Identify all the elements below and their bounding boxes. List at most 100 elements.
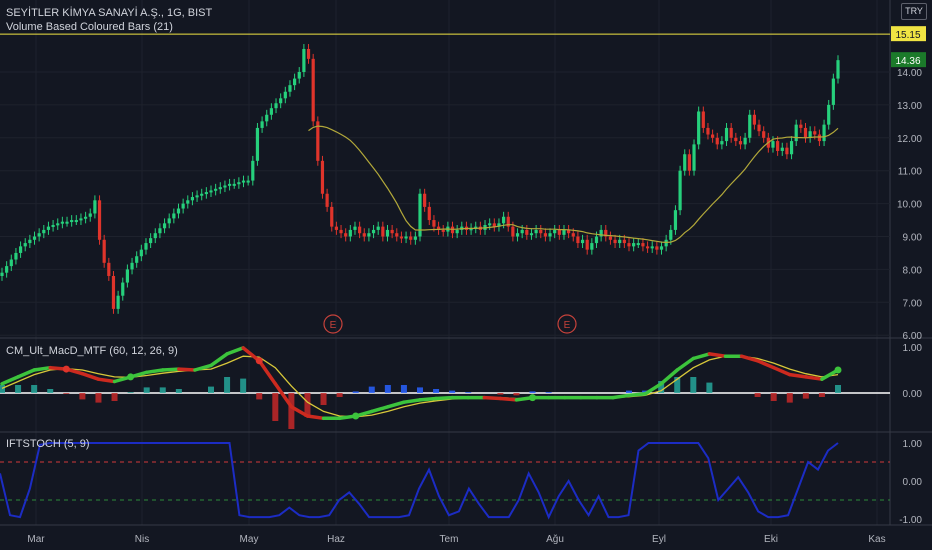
- macd-line-segment: [161, 367, 181, 372]
- macd-cross-dot: [62, 365, 70, 373]
- candle-body: [594, 236, 599, 244]
- candle-body: [371, 229, 376, 234]
- candle-body: [399, 236, 404, 239]
- macd-histogram-bar: [336, 393, 343, 397]
- macd-histogram-bar: [368, 386, 375, 393]
- macd-histogram-bar: [802, 393, 809, 399]
- candle-body: [344, 233, 348, 237]
- candle-body: [116, 295, 120, 309]
- candle-body: [348, 229, 352, 237]
- resistance-price-label: 15.15: [895, 30, 920, 41]
- candle-body: [56, 223, 60, 226]
- x-tick-label: Ağu: [546, 534, 564, 545]
- candle-body: [659, 246, 664, 250]
- candle-body: [93, 200, 97, 214]
- candle-body: [367, 233, 371, 237]
- chart-root: E E Mar Nis May Haz Tem Ağu Eyl Eki Kas 6.00 7.00 8.…: [0, 0, 932, 550]
- candle-body: [246, 180, 250, 183]
- indicator-title[interactable]: Volume Based Coloured Bars (21): [6, 21, 173, 33]
- macd-histogram-bar: [529, 391, 536, 393]
- macd-line-segment: [96, 377, 117, 384]
- macd-line-segment: [257, 359, 278, 386]
- symbol-title[interactable]: SEYİTLER KİMYA SANAYİ A.Ş., 1G, BIST: [6, 7, 212, 19]
- candle-body: [167, 218, 171, 224]
- candle-body: [381, 226, 385, 237]
- candle-body: [525, 229, 529, 235]
- macd-line-segment: [627, 392, 647, 398]
- candle-body: [395, 233, 399, 237]
- stoch-title[interactable]: IFTSTOCH (5, 9): [6, 438, 90, 450]
- candle-body: [325, 193, 329, 207]
- candle-body: [409, 236, 413, 240]
- candle-body: [743, 137, 747, 145]
- candle-body: [279, 98, 283, 104]
- candle-body: [794, 124, 798, 142]
- macd-title[interactable]: CM_Ult_MacD_MTF (60, 12, 26, 9): [6, 345, 178, 357]
- macd-histogram-bar: [79, 393, 86, 400]
- y-tick-label: 12.00: [897, 134, 922, 145]
- x-tick-label: Nis: [135, 534, 149, 545]
- candle-body: [269, 108, 273, 115]
- stoch-line: [0, 442, 839, 520]
- candle-body: [9, 259, 13, 267]
- candle-body: [817, 134, 822, 142]
- candle-body: [218, 187, 222, 190]
- x-tick-label: Eki: [764, 534, 778, 545]
- x-tick-label: Eyl: [652, 534, 666, 545]
- candle-body: [488, 223, 492, 226]
- candle-body: [135, 256, 139, 263]
- candle-body: [697, 111, 701, 145]
- candle-body: [46, 226, 51, 230]
- candle-body: [423, 193, 427, 207]
- candle-body: [720, 141, 724, 145]
- macd-line-segment: [691, 352, 712, 361]
- candle-body: [413, 236, 417, 240]
- macd-histogram-bar: [706, 382, 713, 393]
- candle-body: [557, 229, 561, 235]
- candle-body: [14, 252, 18, 260]
- candle-body: [748, 114, 752, 138]
- y-tick-label: 14.00: [897, 68, 922, 79]
- candle-body: [320, 160, 325, 194]
- x-tick-label: Haz: [327, 534, 345, 545]
- macd-histogram-bar: [384, 385, 391, 393]
- candle-body: [622, 239, 626, 244]
- candle-body: [678, 170, 682, 211]
- candle-body: [669, 229, 673, 240]
- macd-y-tick: 0.00: [903, 389, 923, 400]
- macd-histogram-bar: [208, 386, 214, 393]
- macd-histogram-bar: [433, 389, 440, 393]
- macd-histogram-bar: [224, 377, 231, 393]
- chart-canvas[interactable]: E E Mar Nis May Haz Tem Ağu Eyl Eki Kas 6.00 7.00 8.…: [0, 0, 932, 550]
- macd-histogram-bar: [786, 393, 793, 403]
- candle-body: [162, 223, 167, 229]
- macd-line-segment: [804, 375, 824, 381]
- candle-body: [79, 218, 83, 221]
- candle-body: [590, 243, 594, 250]
- macd-histogram-bar: [320, 393, 327, 405]
- candle-body: [153, 233, 157, 239]
- candle-body: [149, 238, 153, 244]
- currency-badge[interactable]: TRY: [901, 3, 927, 20]
- candle-body: [186, 200, 190, 204]
- candle-body: [283, 91, 287, 99]
- macd-histogram-bar: [513, 393, 520, 396]
- candle-body: [358, 226, 362, 234]
- candle-body: [455, 229, 459, 234]
- macd-histogram-bar: [175, 389, 182, 393]
- candle-body: [60, 221, 64, 224]
- candle-body: [515, 233, 520, 237]
- macd-signal-line: [1, 355, 839, 418]
- ma-line: [308, 125, 839, 244]
- candle-body: [334, 226, 338, 230]
- candle-body: [641, 243, 645, 247]
- candle-body: [390, 229, 394, 234]
- macd-line-segment: [707, 352, 728, 358]
- candle-body: [404, 236, 408, 239]
- macd-histogram-bar: [400, 385, 407, 393]
- candle-body: [701, 111, 705, 128]
- macd-cross-dot: [255, 357, 263, 365]
- candle-body: [227, 183, 232, 186]
- macd-histogram-bar: [754, 393, 761, 397]
- candle-body: [673, 210, 678, 230]
